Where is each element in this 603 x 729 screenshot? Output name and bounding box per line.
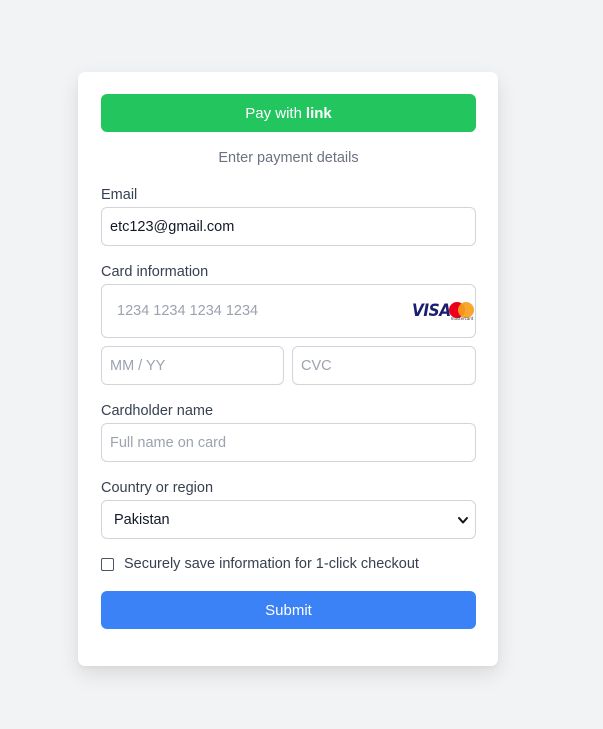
card-number-input[interactable] [117, 285, 397, 337]
card-information-label: Card information [101, 264, 209, 280]
mastercard-logo-text: mastercard [450, 316, 474, 321]
save-info-row: Securely save information for 1-click ch… [101, 556, 419, 572]
cardholder-name-label: Cardholder name [101, 403, 214, 419]
submit-button[interactable]: Submit [101, 591, 476, 629]
country-select[interactable]: Pakistan [101, 500, 476, 539]
payment-card: Pay with link Enter payment details Emai… [78, 72, 498, 666]
save-info-label: Securely save information for 1-click ch… [124, 556, 419, 572]
submit-button-label: Submit [265, 601, 312, 619]
email-field[interactable] [101, 207, 476, 246]
pay-with-link-button[interactable]: Pay with link [101, 94, 476, 132]
pay-with-label: Pay with [245, 104, 302, 122]
mastercard-logo-icon: mastercard [449, 302, 475, 321]
country-region-label: Country or region [101, 480, 214, 496]
card-number-container: VISA mastercard [101, 284, 476, 338]
cvc-input[interactable] [292, 346, 476, 385]
visa-logo-text: VISA [412, 301, 451, 321]
email-label: Email [101, 187, 138, 203]
expiry-date-input[interactable] [101, 346, 284, 385]
save-info-checkbox[interactable] [101, 557, 114, 571]
visa-logo-icon: VISA [412, 301, 451, 321]
enter-payment-details-text: Enter payment details [218, 150, 359, 166]
cardholder-name-input[interactable] [101, 423, 476, 462]
link-brand-label: link [305, 104, 332, 122]
